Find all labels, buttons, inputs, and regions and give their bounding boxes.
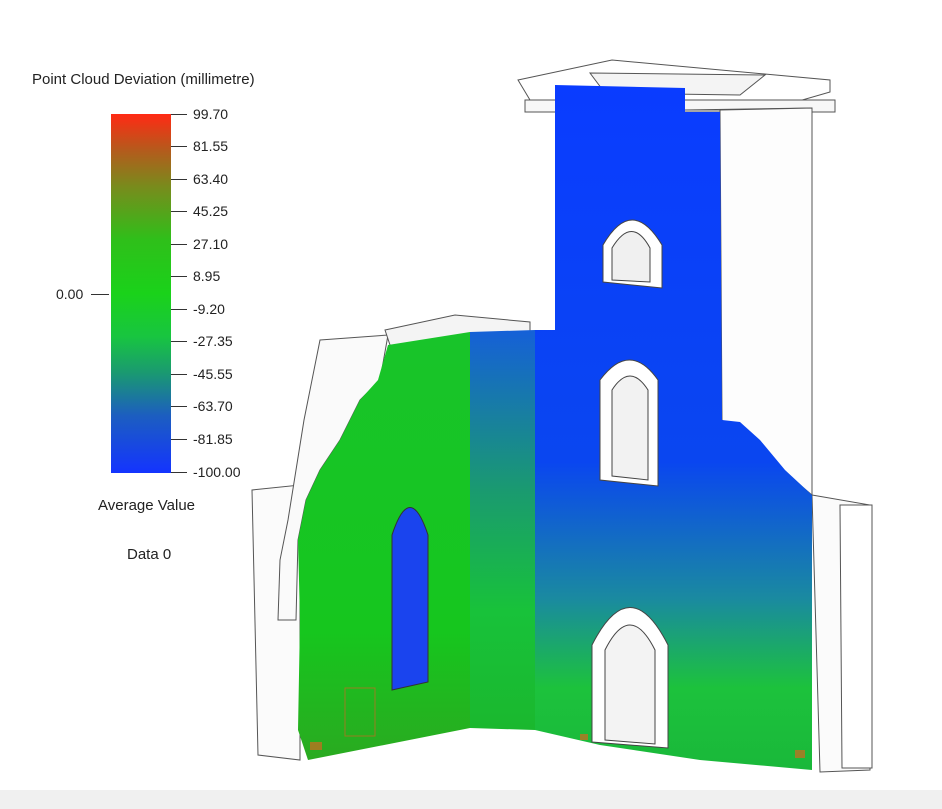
left-wall-window [391, 507, 429, 691]
bottom-strip [0, 790, 942, 809]
building-deviation-model[interactable] [0, 0, 942, 809]
tower-middle-window [599, 359, 659, 487]
middle-wall-face [470, 330, 535, 730]
arched-doorway [591, 607, 669, 749]
